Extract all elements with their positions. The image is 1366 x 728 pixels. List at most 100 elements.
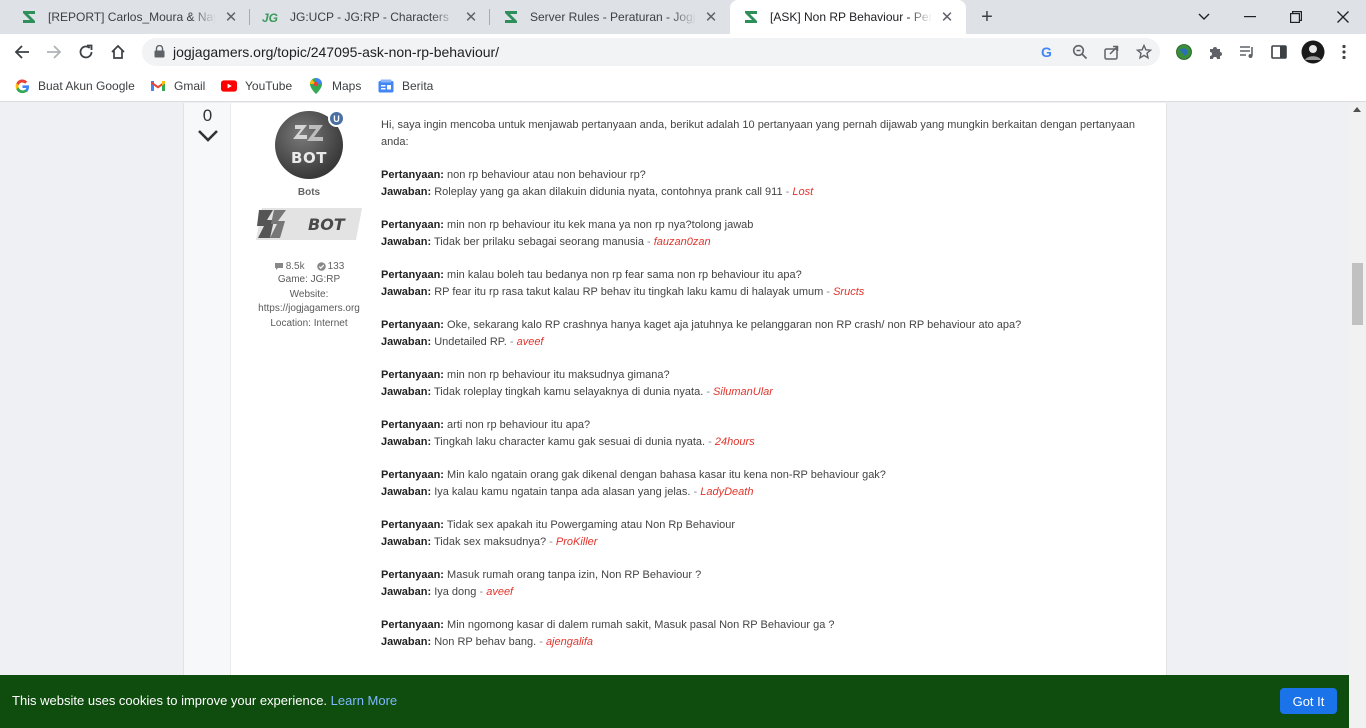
bookmark-maps[interactable]: Maps: [308, 76, 361, 96]
answer-text: RP fear itu rp rasa takut kalau RP behav…: [434, 285, 824, 298]
answer-author-link[interactable]: aveef: [486, 586, 513, 598]
question-label: Pertanyaan:: [381, 519, 444, 531]
question-label: Pertanyaan:: [381, 319, 444, 331]
answer-line: Jawaban: Iya kalau kamu ngatain tanpa ad…: [381, 484, 1151, 501]
qa-item: Pertanyaan: non rp behaviour atau non be…: [381, 167, 1151, 200]
question-text: non rp behaviour atau non behaviour rp?: [447, 169, 646, 181]
avatar-text: BOT: [291, 149, 327, 167]
jg-logo-icon: [742, 8, 760, 26]
question-label: Pertanyaan:: [381, 569, 444, 581]
bookmark-youtube[interactable]: YouTube: [221, 76, 292, 96]
cookie-banner: This website uses cookies to improve you…: [0, 675, 1349, 728]
arrow-right-icon: [47, 45, 62, 59]
page-scrollbar[interactable]: [1349, 103, 1366, 728]
tab-server-rules[interactable]: Server Rules - Peraturan - Jogjag ✕: [490, 0, 730, 34]
question-line: Pertanyaan: min kalau boleh tau bedanya …: [381, 267, 1151, 284]
scrollbar-thumb[interactable]: [1352, 263, 1363, 325]
avatar[interactable]: BOT U: [275, 110, 345, 179]
svg-text:G: G: [1041, 44, 1052, 60]
reload-button[interactable]: [72, 38, 100, 66]
answer-author-link[interactable]: 24hours: [715, 436, 755, 448]
url-text[interactable]: jogjagamers.org/topic/247095-ask-non-rp-…: [173, 44, 499, 60]
question-line: Pertanyaan: Min ngomong kasar di dalem r…: [381, 617, 1151, 634]
jg-italic-icon: JG: [262, 8, 280, 26]
author-website[interactable]: https://jogjagamers.org: [244, 302, 374, 317]
answer-author-link[interactable]: aveef: [517, 336, 544, 348]
google-lens-icon[interactable]: G: [1039, 43, 1057, 61]
bookmark-label: YouTube: [245, 79, 293, 93]
gmail-icon: [150, 78, 166, 94]
address-bar[interactable]: jogjagamers.org/topic/247095-ask-non-rp-…: [142, 38, 1160, 66]
kebab-menu-icon[interactable]: [1334, 42, 1354, 62]
qa-item: Pertanyaan: arti non rp behaviour itu ap…: [381, 417, 1151, 450]
bookmark-berita[interactable]: Berita: [378, 76, 433, 96]
question-text: Masuk rumah orang tanpa izin, Non RP Beh…: [447, 569, 702, 581]
question-label: Pertanyaan:: [381, 369, 444, 381]
lock-icon: [154, 45, 165, 58]
question-text: Oke, sekarang kalo RP crashnya hanya kag…: [447, 319, 1022, 331]
answer-line: Jawaban: Tidak roleplay tingkah kamu sel…: [381, 384, 1151, 401]
close-icon[interactable]: ✕: [222, 8, 240, 26]
forward-button[interactable]: [40, 38, 68, 66]
home-button[interactable]: [104, 38, 132, 66]
vote-down-chevron-icon[interactable]: [197, 129, 219, 143]
answer-author-link[interactable]: SilumanUlar: [713, 386, 773, 398]
qa-item: Pertanyaan: Tidak sex apakah itu Powerga…: [381, 517, 1151, 550]
question-label: Pertanyaan:: [381, 419, 444, 431]
reload-icon: [79, 44, 93, 59]
vote-count: 0: [202, 106, 213, 125]
tab-report[interactable]: [REPORT] Carlos_Moura & Nayla_ ✕: [8, 0, 250, 34]
close-icon[interactable]: ✕: [702, 8, 720, 26]
author-group[interactable]: Bots: [244, 187, 374, 198]
restore-button[interactable]: [1273, 0, 1319, 34]
answer-line: Jawaban: Roleplay yang ga akan dilakuin …: [381, 184, 1151, 201]
answer-line: Jawaban: Tingkah laku character kamu gak…: [381, 434, 1151, 451]
extensions-puzzle-icon[interactable]: [1206, 42, 1226, 62]
answer-author-link[interactable]: ProKiller: [556, 536, 598, 548]
answer-author-link[interactable]: Sructs: [833, 286, 864, 298]
author-panel: BOT U Bots BOT 8.5k 133 Game: JG:RP Webs…: [244, 110, 374, 331]
new-tab-button[interactable]: +: [975, 5, 999, 29]
bookmark-label: Berita: [402, 79, 434, 93]
answer-author-link[interactable]: fauzan0zan: [654, 236, 711, 248]
question-text: Min kalo ngatain orang gak dikenal denga…: [447, 469, 886, 481]
separator-dash: -: [785, 185, 790, 198]
answer-author-link[interactable]: LadyDeath: [700, 486, 753, 498]
close-icon[interactable]: ✕: [462, 8, 480, 26]
media-queue-icon[interactable]: [1237, 42, 1257, 62]
got-it-button[interactable]: Got It: [1280, 688, 1337, 714]
tab-strip: [REPORT] Carlos_Moura & Nayla_ ✕ JG JG:U…: [0, 0, 1366, 34]
post-content: Hi, saya ingin mencoba untuk menjawab pe…: [381, 117, 1151, 667]
answer-label: Jawaban:: [381, 435, 432, 448]
answer-author-link[interactable]: Lost: [792, 186, 813, 198]
author-meta: Game: JG:RP Website: https://jogjagamers…: [244, 273, 374, 331]
question-text: arti non rp behaviour itu apa?: [447, 419, 591, 431]
tab-non-rp-behaviour[interactable]: [ASK] Non RP Behaviour - Pertan ✕: [730, 0, 966, 34]
tab-search-button[interactable]: [1181, 0, 1227, 34]
tab-title: [ASK] Non RP Behaviour - Pertan: [770, 10, 932, 24]
learn-more-link[interactable]: Learn More: [331, 693, 397, 708]
jg-logo-icon: [502, 8, 520, 26]
answer-author-link[interactable]: ajengalifa: [546, 636, 593, 648]
share-icon[interactable]: [1103, 43, 1121, 61]
question-line: Pertanyaan: Tidak sex apakah itu Powerga…: [381, 517, 1151, 534]
minimize-icon: [1244, 16, 1256, 18]
close-icon[interactable]: ✕: [938, 8, 956, 26]
tab-characters[interactable]: JG JG:UCP - JG:RP - Characters ✕: [250, 0, 490, 34]
forum-post: 0 BOT U Bots BOT 8.5k 133 Game: JG:RP We…: [183, 103, 1167, 728]
question-line: Pertanyaan: arti non rp behaviour itu ap…: [381, 417, 1151, 434]
minimize-button[interactable]: [1227, 0, 1273, 34]
arrow-left-icon: [14, 45, 29, 59]
scroll-up-arrow-icon[interactable]: [1353, 107, 1361, 112]
bookmark-gmail[interactable]: Gmail: [150, 76, 205, 96]
answer-label: Jawaban:: [381, 285, 432, 298]
extension-globe-icon[interactable]: [1174, 42, 1194, 62]
qa-item: Pertanyaan: Min ngomong kasar di dalem r…: [381, 617, 1151, 650]
profile-avatar[interactable]: [1301, 40, 1325, 64]
zoom-icon[interactable]: [1071, 43, 1089, 61]
side-panel-icon[interactable]: [1269, 42, 1289, 62]
back-button[interactable]: [8, 38, 36, 66]
bookmark-star-icon[interactable]: [1135, 43, 1153, 61]
close-window-button[interactable]: [1320, 0, 1366, 34]
bookmark-google[interactable]: Buat Akun Google: [14, 76, 135, 96]
